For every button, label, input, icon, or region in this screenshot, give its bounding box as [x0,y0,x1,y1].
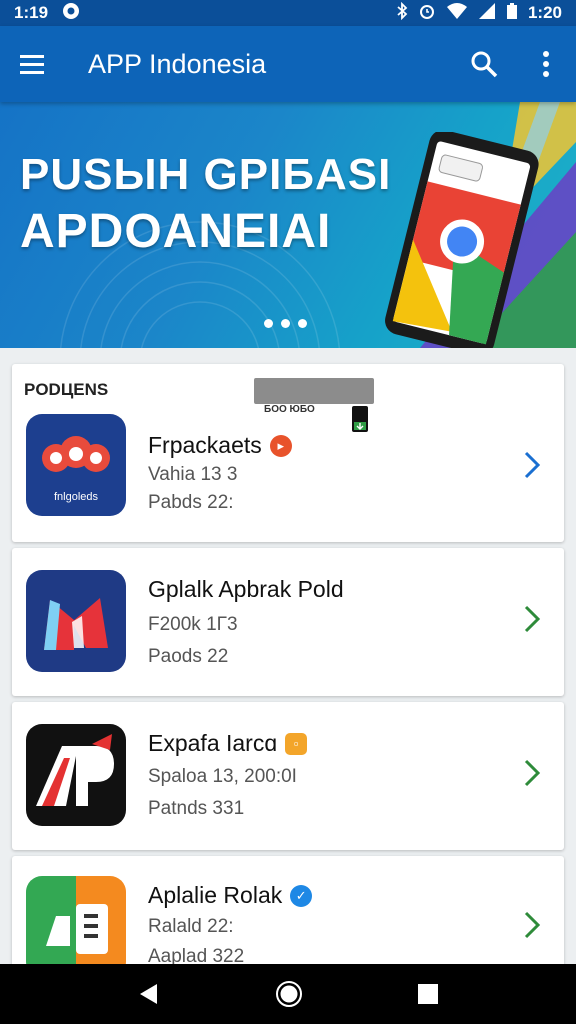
app-name: Frpackaets [148,432,262,458]
battery-icon [506,2,518,25]
overlay-text: БОО ЮБО [264,404,315,415]
page-title: APP Indonesia [88,48,267,79]
app-name-row: Expafa Iarcɑ ▫ [148,730,308,757]
download-tag-icon [352,406,368,432]
home-circle-icon[interactable] [275,980,303,1008]
banner-line-2: APDOANEIAI [20,205,332,258]
ap-letters-app-icon[interactable] [26,724,126,826]
bluetooth-icon [396,1,408,25]
menu-icon[interactable] [12,44,52,84]
chevron-right-icon[interactable] [522,450,542,480]
list-item[interactable]: Expafa Iarcɑ ▫ Spaloa 13, 200:0I Patnds … [12,702,564,850]
promo-banner[interactable]: PUSЫH GPIБASI APDOANEIAI [0,102,576,348]
carousel-dot[interactable] [298,319,307,328]
app-bar: APP Indonesia [0,26,576,102]
app-meta-2: Pabds 22: [148,492,234,513]
app-meta-1: F200k 1Г3 [148,614,238,635]
cell-signal-icon [478,2,496,25]
m-shape-app-icon[interactable] [26,570,126,672]
wifi-icon [446,2,468,25]
more-vert-icon[interactable] [526,44,566,84]
overlay-bar [254,378,374,404]
green-orange-app-icon[interactable] [26,876,126,978]
list-item[interactable]: PODЦENS БОО ЮБО fnlgoleds Frpackaets ▸ V… [12,364,564,542]
app-name-row: Frpackaets ▸ [148,432,292,459]
app-meta-2: Paods 22 [148,646,229,667]
chevron-right-icon[interactable] [522,758,542,788]
back-triangle-icon[interactable] [137,982,161,1006]
status-time: 1:19 [14,3,49,22]
phone-illustration [385,132,539,348]
app-meta-1: Vahia 13 3 [148,464,238,485]
app-meta-2: Patnds 331 [148,798,245,819]
app-name: Gplalk Apbrak Pold [148,576,344,602]
system-nav-bar [0,964,576,1024]
app-name: Expafa Iarcɑ [148,730,278,756]
app-icon-text: fnlgoleds [54,491,99,503]
badge-icon: ✓ [290,884,313,907]
list-item[interactable]: Aplalie Rolak ✓ Ralald 22: Aaplad 322 [12,856,564,978]
carousel-indicators[interactable] [264,319,307,328]
red-cluster-app-icon[interactable]: fnlgoleds [26,414,126,516]
list-item[interactable]: Gplalk Apbrak Pold F200k 1Г3 Paods 22 [12,548,564,696]
banner-line-1: PUSЫH GPIБASI [20,150,392,199]
chevron-right-icon[interactable] [522,604,542,634]
alarm-icon [418,2,436,25]
carousel-dot[interactable] [281,319,290,328]
app-meta-1: Spaloa 13, 200:0I [148,766,297,787]
chevron-right-icon[interactable] [522,910,542,940]
status-bar: 1:19 1:20 [0,0,576,26]
badge-icon: ▫ [285,732,308,755]
section-title: PODЦENS [24,380,109,399]
app-name: Aplalie Rolak [148,882,283,908]
status-time-right: 1:20 [527,3,562,22]
search-icon[interactable] [464,44,504,84]
carousel-dot[interactable] [264,319,273,328]
recents-square-icon[interactable] [417,983,439,1005]
banner-headline: PUSЫH GPIБASI APDOANEIAI [20,150,391,259]
app-name-row: Aplalie Rolak ✓ [148,882,313,909]
circle-notification-icon [62,2,80,25]
app-meta-1: Ralald 22: [148,916,234,937]
badge-icon: ▸ [269,434,292,457]
